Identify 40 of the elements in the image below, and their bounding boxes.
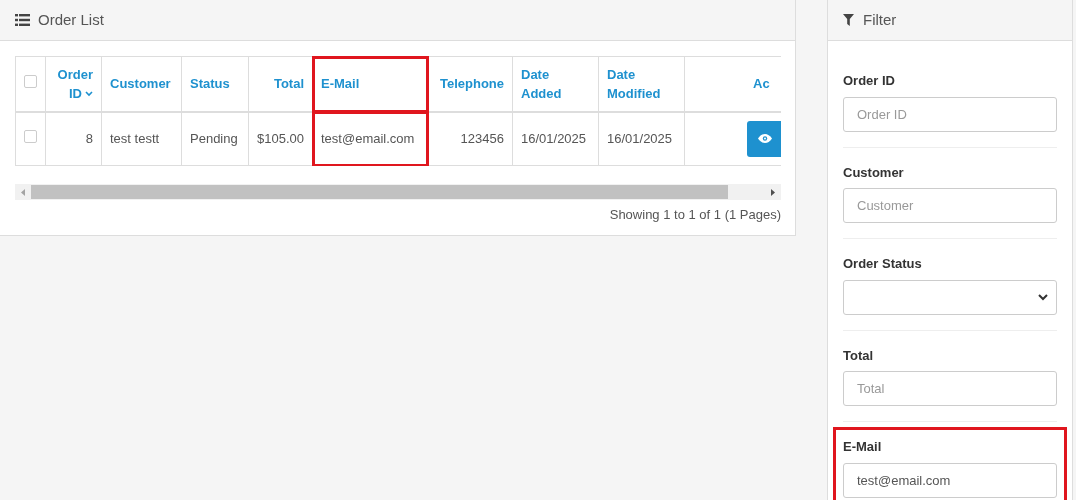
eye-icon <box>758 134 772 144</box>
sort-caret-icon <box>85 91 93 98</box>
table-cell: Pending <box>181 111 249 166</box>
pagination-text: Showing 1 to 1 of 1 (1 Pages) <box>609 206 781 224</box>
panel-title: Filter <box>863 9 897 30</box>
field-label: Total <box>843 346 875 365</box>
column-header[interactable]: Telephone <box>427 56 513 112</box>
checkbox[interactable] <box>24 130 37 143</box>
field-label: Order Status <box>843 255 923 273</box>
input-field[interactable]: Customer <box>843 188 1057 223</box>
filter-icon <box>843 14 854 26</box>
list-icon <box>15 14 30 26</box>
chevron-down-icon <box>1038 293 1048 301</box>
column-header[interactable]: E-Mail <box>312 56 428 112</box>
input-field[interactable]: Total <box>843 371 1057 406</box>
scroll-left-icon[interactable] <box>21 188 25 196</box>
table-cell: test@email.com <box>312 111 428 166</box>
table-cell: test testt <box>101 111 182 166</box>
input-field[interactable]: Order ID <box>843 96 1057 132</box>
field-label: Customer <box>843 163 905 182</box>
horizontal-scrollbar[interactable] <box>15 184 781 200</box>
checkbox[interactable] <box>24 75 37 88</box>
column-header[interactable]: Date Added <box>512 56 599 112</box>
table-cell: 16/01/2025 <box>598 111 685 166</box>
panel-title: Order List <box>38 9 104 30</box>
column-header[interactable]: Customer <box>101 56 182 112</box>
table-cell: 123456 <box>427 111 513 166</box>
table-cell: 16/01/2025 <box>512 111 599 166</box>
scroll-right-icon[interactable] <box>771 188 775 196</box>
status-select[interactable] <box>843 279 1057 315</box>
column-header[interactable]: Total <box>248 56 313 112</box>
input-field[interactable]: test@email.com <box>843 462 1057 498</box>
table-cell: 8 <box>45 111 102 166</box>
field-label: E-Mail <box>843 438 883 456</box>
field-label: Order ID <box>843 72 896 90</box>
column-header[interactable]: Order ID <box>45 56 102 112</box>
column-header[interactable]: Ac <box>684 56 781 112</box>
view-button[interactable] <box>747 120 781 157</box>
column-header[interactable]: Status <box>181 56 249 112</box>
column-header[interactable]: Date Modified <box>598 56 685 112</box>
